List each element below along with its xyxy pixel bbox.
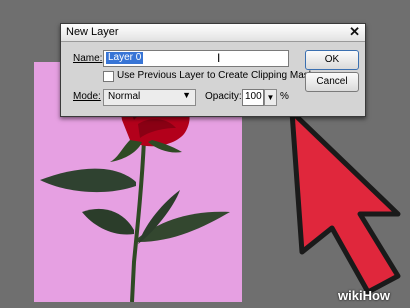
mode-value: Normal xyxy=(108,91,141,102)
layer-name-value: Layer 0 xyxy=(106,52,144,64)
opacity-dropdown-button[interactable]: ▼ xyxy=(264,89,277,106)
opacity-label: Opacity: xyxy=(205,91,242,102)
opacity-input[interactable]: 100 xyxy=(242,89,264,106)
layer-name-input[interactable]: Layer 0 I xyxy=(103,50,289,67)
watermark: wikiHow xyxy=(338,288,391,303)
mode-select[interactable]: Normal ▼ xyxy=(103,89,196,106)
ok-button[interactable]: OK xyxy=(305,50,359,70)
dialog-titlebar[interactable]: New Layer ✕ xyxy=(61,24,365,42)
new-layer-dialog: New Layer ✕ Name: Layer 0 I Use Previous… xyxy=(60,23,366,117)
mode-label: Mode: xyxy=(73,91,101,102)
close-icon[interactable]: ✕ xyxy=(349,24,360,40)
opacity-value: 100 xyxy=(245,91,262,102)
text-cursor-icon: I xyxy=(217,51,221,65)
clipping-mask-label: Use Previous Layer to Create Clipping Ma… xyxy=(117,70,314,81)
percent-label: % xyxy=(280,91,289,102)
dialog-title: New Layer xyxy=(66,26,119,38)
cancel-button[interactable]: Cancel xyxy=(305,72,359,92)
clipping-mask-checkbox[interactable] xyxy=(103,71,114,82)
chevron-down-icon: ▼ xyxy=(182,90,191,100)
name-label: Name: xyxy=(73,53,103,64)
